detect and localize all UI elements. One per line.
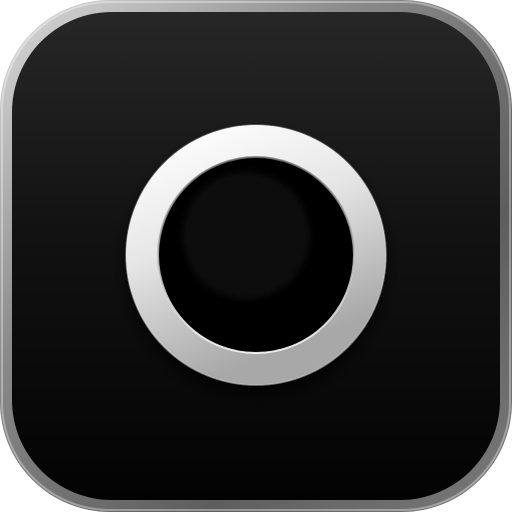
- ring-icon: [125, 124, 387, 386]
- app-icon-canvas: [0, 0, 512, 512]
- app-icon[interactable]: [0, 0, 512, 512]
